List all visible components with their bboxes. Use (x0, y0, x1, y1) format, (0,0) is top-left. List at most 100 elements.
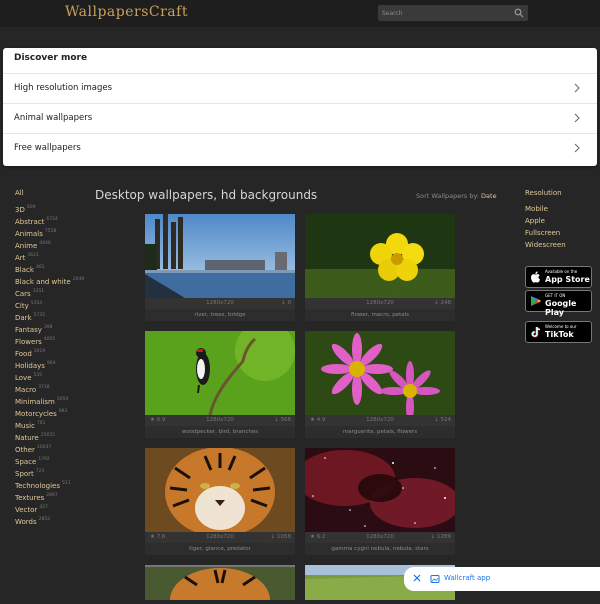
category-item[interactable]: Black 461 (15, 265, 45, 274)
wallpaper-card[interactable]: 1280x720 ↓ 0 river, trees, bridge (145, 214, 295, 332)
page-title: Desktop wallpapers, hd backgrounds (95, 188, 318, 202)
category-item[interactable]: Vector 427 (15, 505, 48, 514)
wallpaper-downloads: ↓ 566 (274, 417, 291, 423)
wallpaper-downloads: ↓ 1058 (270, 534, 291, 540)
wallcraft-app-bar[interactable]: Wallcraft app (404, 567, 600, 591)
discover-item-label: High resolution images (14, 83, 113, 93)
wallpaper-tags[interactable]: river, trees, bridge (145, 309, 295, 321)
wallpaper-thumbnail[interactable] (145, 565, 295, 604)
search-box[interactable] (378, 5, 528, 21)
category-item[interactable]: Anime 4440 (15, 241, 51, 250)
search-input[interactable] (382, 5, 502, 21)
category-item[interactable]: Music 761 (15, 421, 46, 430)
google-play-badge[interactable]: GET IT ON Google Play (525, 290, 592, 317)
wallpaper-thumbnail[interactable] (145, 448, 295, 532)
wallcraft-app-label[interactable]: Wallcraft app (444, 574, 490, 582)
category-item[interactable]: Cars 3351 (15, 289, 44, 298)
category-item[interactable]: 3D 609 (15, 205, 35, 214)
pink-daisy-image (305, 331, 455, 415)
wallpaper-downloads: ↓ 0 (281, 300, 291, 306)
wallpaper-thumbnail[interactable] (145, 331, 295, 415)
wallpaper-tags[interactable]: flower, macro, petals (305, 309, 455, 321)
badge-small-text: Welcome to our (545, 324, 577, 329)
resolution-item-mobile[interactable]: Mobile (525, 205, 548, 213)
discover-item-label: Animal wallpapers (14, 113, 93, 123)
wallpaper-card[interactable] (145, 565, 295, 604)
resolution-title[interactable]: Resolution (525, 189, 562, 197)
wallpaper-meta: ★ 6.9 1280x720 ↓ 566 (145, 415, 295, 426)
category-item[interactable]: Words 2852 (15, 517, 50, 526)
category-all[interactable]: All (15, 189, 24, 197)
category-item[interactable]: Nature 25655 (15, 433, 55, 442)
nebula-image (305, 448, 455, 532)
discover-more-panel: Discover more High resolution images Ani… (3, 48, 597, 166)
category-item[interactable]: Motorcycles 893 (15, 409, 67, 418)
close-icon[interactable] (412, 573, 422, 583)
wallpaper-card[interactable]: 1280x720 ↓ 248 flower, macro, petals (305, 214, 455, 332)
wallpaper-card[interactable]: ★ 7.6 1280x720 ↓ 1058 tiger, glance, pre… (145, 448, 295, 566)
yellow-flower-image (305, 214, 455, 298)
wallpaper-downloads: ↓ 248 (434, 300, 451, 306)
wallpaper-thumbnail[interactable] (305, 214, 455, 298)
category-item[interactable]: Art 3621 (15, 253, 39, 262)
badge-small-text: GET IT ON (545, 293, 566, 298)
discover-title: Discover more (14, 53, 88, 63)
badge-big-text: App Store (545, 275, 590, 284)
wallpaper-tags[interactable]: woodpecker, bird, branches (145, 426, 295, 438)
wallpaper-tags[interactable]: gamma cygni nebula, nebula, stars (305, 543, 455, 555)
resolution-item-fullscreen[interactable]: Fullscreen (525, 229, 560, 237)
search-icon[interactable] (514, 8, 524, 18)
wallpaper-meta: 1280x720 ↓ 248 (305, 298, 455, 309)
sort-option-date[interactable]: Date (481, 192, 497, 200)
wallpaper-resolution: 1280x720 (366, 300, 394, 306)
category-item[interactable]: Love 535 (15, 373, 42, 382)
google-play-icon (531, 296, 541, 306)
wallpaper-card[interactable]: ★ 6.2 1280x720 ↓ 1289 gamma cygni nebula… (305, 448, 455, 566)
site-logo[interactable]: WallpapersCraft (65, 4, 188, 20)
wallpaper-meta: ★ 7.6 1280x720 ↓ 1058 (145, 532, 295, 543)
wallpaper-thumbnail[interactable] (305, 448, 455, 532)
wallpaper-downloads: ↓ 524 (434, 417, 451, 423)
discover-item-high-resolution[interactable]: High resolution images (3, 73, 597, 103)
wallpaper-meta: ★ 4.9 1280x720 ↓ 524 (305, 415, 455, 426)
image-icon (430, 575, 440, 583)
discover-item-free[interactable]: Free wallpapers (3, 133, 597, 163)
river-city-image (145, 214, 295, 298)
category-item[interactable]: Fantasy 398 (15, 325, 53, 334)
category-item[interactable]: Other 10037 (15, 445, 51, 454)
category-item[interactable]: Space 1792 (15, 457, 50, 466)
category-item[interactable]: Holidays 864 (15, 361, 56, 370)
resolution-item-apple[interactable]: Apple (525, 217, 545, 225)
wallpaper-downloads: ↓ 1289 (430, 534, 451, 540)
wallpaper-tags[interactable]: tiger, glance, predator (145, 543, 295, 555)
category-item[interactable]: Dark 5735 (15, 313, 45, 322)
tiktok-badge[interactable]: Welcome to our TikTok (525, 321, 592, 343)
wallpaper-thumbnail[interactable] (145, 214, 295, 298)
wallpaper-card[interactable]: ★ 4.9 1280x720 ↓ 524 marguerite, petals,… (305, 331, 455, 449)
category-item[interactable]: Abstract 6724 (15, 217, 58, 226)
wallpaper-thumbnail[interactable] (305, 331, 455, 415)
discover-item-animal[interactable]: Animal wallpapers (3, 103, 597, 133)
category-item[interactable]: Macro 3718 (15, 385, 50, 394)
category-item[interactable]: Black and white 2049 (15, 277, 84, 286)
apple-icon (531, 271, 541, 283)
category-item[interactable]: Minimalism 5059 (15, 397, 68, 406)
category-item[interactable]: Flowers 4005 (15, 337, 55, 346)
wallpaper-resolution: 1280x720 (366, 417, 394, 423)
woodpecker-image (145, 331, 295, 415)
badge-small-text: Available on the (545, 269, 578, 274)
category-item[interactable]: Technologies 511 (15, 481, 71, 490)
wallpaper-tags[interactable]: marguerite, petals, flowers (305, 426, 455, 438)
category-item[interactable]: Sport 723 (15, 469, 44, 478)
category-item[interactable]: Textures 2867 (15, 493, 58, 502)
wallpaper-resolution: 1280x720 (206, 417, 234, 423)
badge-big-text: TikTok (545, 330, 574, 339)
badge-big-text: Google Play (545, 299, 577, 317)
tiger-image (145, 448, 295, 532)
category-item[interactable]: City 5354 (15, 301, 42, 310)
resolution-item-widescreen[interactable]: Widescreen (525, 241, 566, 249)
app-store-badge[interactable]: Available on the App Store (525, 266, 592, 288)
category-item[interactable]: Food 3019 (15, 349, 45, 358)
wallpaper-card[interactable]: ★ 6.9 1280x720 ↓ 566 woodpecker, bird, b… (145, 331, 295, 449)
category-item[interactable]: Animals 7558 (15, 229, 56, 238)
